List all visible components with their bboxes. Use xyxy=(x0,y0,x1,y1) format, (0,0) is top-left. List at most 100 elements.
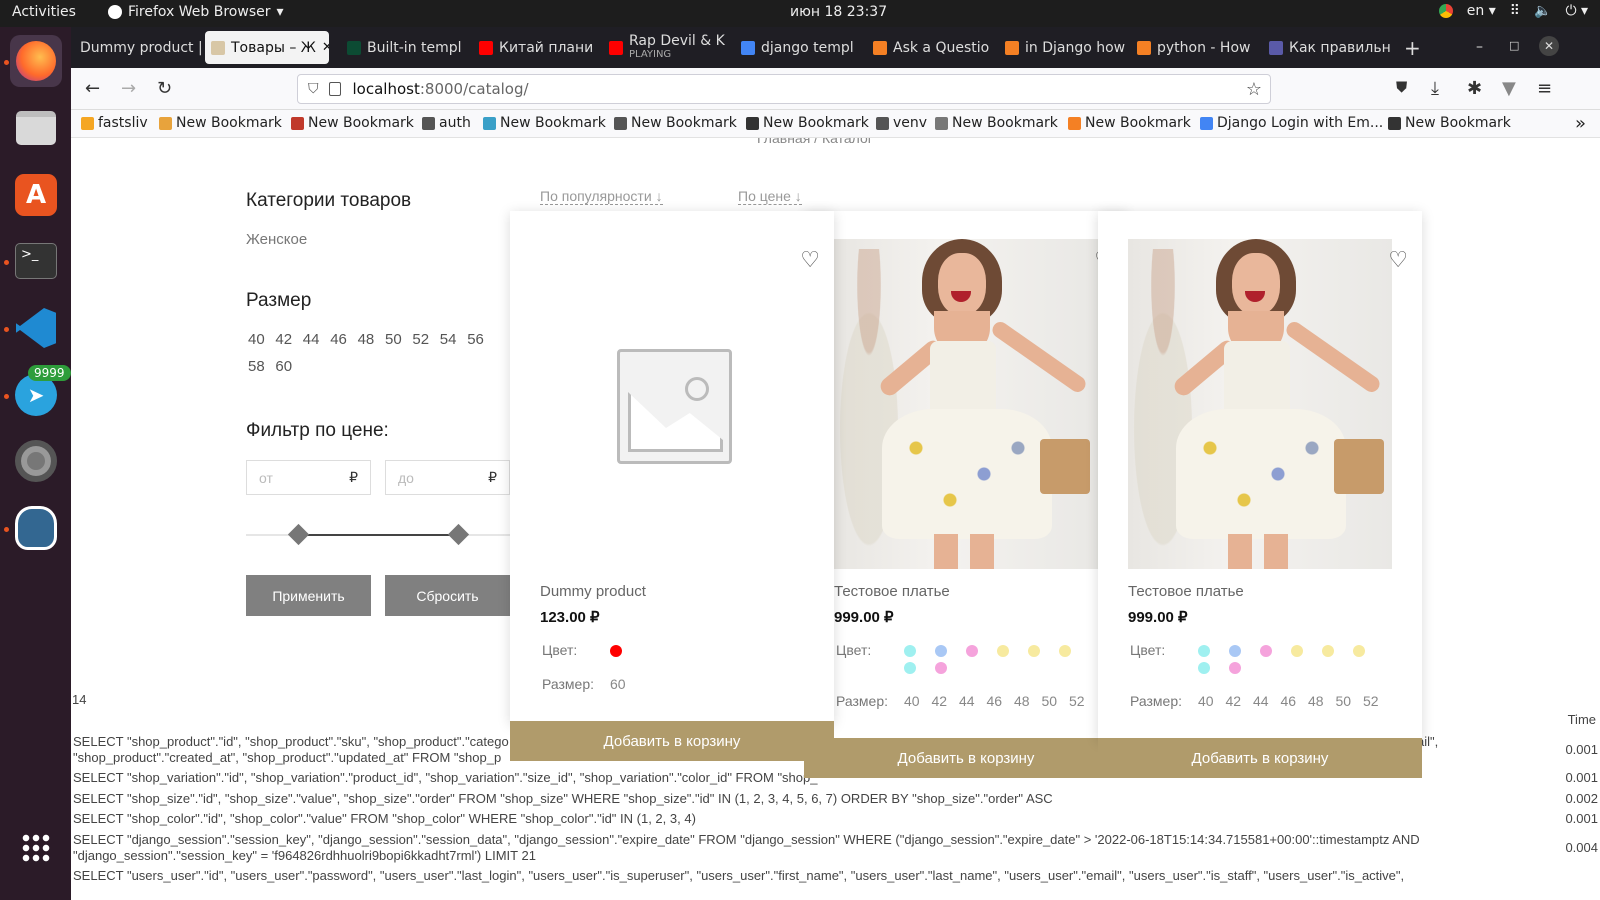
product-size-option[interactable]: 42 xyxy=(932,693,948,709)
color-swatch[interactable] xyxy=(1260,645,1272,657)
slider-handle-min[interactable] xyxy=(287,523,310,546)
minimize-icon[interactable]: – xyxy=(1476,39,1483,55)
price-from-input[interactable]: от ₽ xyxy=(246,460,371,495)
bookmark-item[interactable]: New Bookmark xyxy=(1068,115,1191,131)
color-swatch[interactable] xyxy=(1322,645,1334,657)
slider-handle-max[interactable] xyxy=(447,523,470,546)
size-option[interactable]: 52 xyxy=(412,331,429,348)
bookmark-item[interactable]: New Bookmark xyxy=(291,115,414,131)
product-size-option[interactable]: 48 xyxy=(1308,693,1324,709)
vpn-icon[interactable]: ▼ xyxy=(1502,78,1516,99)
bookmark-item[interactable]: New Bookmark xyxy=(935,115,1058,131)
language-indicator[interactable]: en ▾ xyxy=(1467,3,1496,19)
color-swatch[interactable] xyxy=(1353,645,1365,657)
chrome-icon[interactable] xyxy=(1438,4,1453,18)
app-menu[interactable]: Firefox Web Browser ▾ xyxy=(108,4,284,20)
browser-tab[interactable]: Rap Devil & K PLAYING xyxy=(603,31,731,64)
bookmark-item[interactable]: New Bookmark xyxy=(1388,115,1511,131)
favorite-heart-icon[interactable]: ♡ xyxy=(800,247,820,273)
apply-button[interactable]: Применить xyxy=(246,575,371,616)
size-option[interactable]: 46 xyxy=(330,331,347,348)
product-card[interactable]: ♡Тестовое платье999.00 ₽Цвет:Размер:4042… xyxy=(804,211,1128,778)
network-icon[interactable]: ⠿ xyxy=(1510,3,1520,19)
url-bar[interactable]: ⛉ localhost:8000/catalog/ ☆ xyxy=(297,74,1271,104)
size-option[interactable]: 44 xyxy=(303,331,320,348)
product-name[interactable]: Dummy product xyxy=(540,583,646,600)
color-swatch[interactable] xyxy=(935,662,947,674)
color-swatch[interactable] xyxy=(935,645,947,657)
category-item[interactable]: Женское xyxy=(246,231,307,248)
price-range-slider[interactable] xyxy=(246,523,516,546)
extension-icon[interactable]: ✱ xyxy=(1467,78,1482,99)
browser-tab[interactable]: Dummy product | xyxy=(74,31,202,64)
product-name[interactable]: Тестовое платье xyxy=(1128,583,1244,600)
vscode-launcher[interactable] xyxy=(10,302,62,354)
add-to-cart-button[interactable]: Добавить в корзину xyxy=(804,738,1128,778)
pgadmin-launcher[interactable] xyxy=(10,502,62,554)
size-option[interactable]: 58 xyxy=(248,358,265,375)
bookmark-item[interactable]: New Bookmark xyxy=(614,115,737,131)
bookmark-item[interactable]: fastsliv xyxy=(81,115,148,131)
product-size-option[interactable]: 44 xyxy=(1253,693,1269,709)
product-size-option[interactable]: 46 xyxy=(987,693,1003,709)
add-to-cart-button[interactable]: Добавить в корзину xyxy=(1098,738,1422,778)
firefox-launcher[interactable] xyxy=(10,35,62,87)
telegram-launcher[interactable]: ➤ 9999 xyxy=(10,365,71,421)
window-close-icon[interactable]: ✕ xyxy=(1539,36,1559,56)
show-apps-button[interactable] xyxy=(10,822,62,874)
forward-icon[interactable]: → xyxy=(121,78,136,99)
browser-tab[interactable]: Как правильн xyxy=(1263,31,1391,64)
browser-tab[interactable]: in Django how xyxy=(999,31,1127,64)
product-size-option[interactable]: 52 xyxy=(1363,693,1379,709)
close-tab-icon[interactable]: ✕ xyxy=(322,40,329,55)
color-swatch[interactable] xyxy=(1229,662,1241,674)
software-launcher[interactable]: A xyxy=(10,169,62,221)
product-size-option[interactable]: 42 xyxy=(1226,693,1242,709)
power-icon[interactable]: ⏻ ▾ xyxy=(1565,3,1588,19)
system-tray[interactable]: en ▾ ⠿ 🔈 ⏻ ▾ xyxy=(1438,3,1588,19)
reset-button[interactable]: Сбросить xyxy=(385,575,510,616)
favorite-heart-icon[interactable]: ♡ xyxy=(1388,247,1408,273)
price-to-input[interactable]: до ₽ xyxy=(385,460,510,495)
add-to-cart-button[interactable]: Добавить в корзину xyxy=(510,721,834,761)
product-name[interactable]: Тестовое платье xyxy=(834,583,950,600)
browser-tab[interactable]: Китай плани xyxy=(473,31,601,64)
shield-icon[interactable]: ⛉ xyxy=(308,81,319,97)
files-launcher[interactable] xyxy=(10,102,62,154)
product-card[interactable]: ♡Тестовое платье999.00 ₽Цвет:Размер:4042… xyxy=(1098,211,1422,778)
pocket-icon[interactable]: ⛊ xyxy=(1396,78,1407,96)
product-size-option[interactable]: 48 xyxy=(1014,693,1030,709)
volume-icon[interactable]: 🔈 xyxy=(1534,3,1551,19)
product-card[interactable]: ♡ Dummy product 123.00 ₽ Цвет: Размер: 60 Доба… xyxy=(510,211,834,761)
bookmark-item[interactable]: New Bookmark xyxy=(159,115,282,131)
bookmark-item[interactable]: venv xyxy=(876,115,927,131)
new-tab-icon[interactable]: + xyxy=(1404,36,1421,60)
color-swatch[interactable] xyxy=(1198,645,1210,657)
browser-tab[interactable]: python - How xyxy=(1131,31,1259,64)
color-swatch[interactable] xyxy=(1291,645,1303,657)
back-icon[interactable]: ← xyxy=(85,78,100,99)
color-swatch[interactable] xyxy=(1198,662,1210,674)
downloads-icon[interactable]: ⤓ xyxy=(1431,78,1439,99)
size-option[interactable]: 60 xyxy=(275,358,292,375)
bookmark-star-icon[interactable]: ☆ xyxy=(1246,79,1262,100)
bookmark-item[interactable]: New Bookmark xyxy=(483,115,606,131)
color-swatch[interactable] xyxy=(1028,645,1040,657)
sort-by-price[interactable]: По цене ↓ xyxy=(738,188,802,205)
clock[interactable]: июн 18 23:37 xyxy=(790,4,887,20)
maximize-icon[interactable]: □ xyxy=(1509,39,1519,52)
settings-launcher[interactable] xyxy=(10,435,62,487)
bookmark-item[interactable]: New Bookmark xyxy=(746,115,869,131)
product-size-option[interactable]: 60 xyxy=(610,676,626,692)
product-size-option[interactable]: 44 xyxy=(959,693,975,709)
browser-tab[interactable]: Ask a Questio xyxy=(867,31,995,64)
overflow-chevron-icon[interactable]: » xyxy=(1575,113,1586,134)
product-size-option[interactable]: 40 xyxy=(1198,693,1214,709)
product-size-option[interactable]: 46 xyxy=(1281,693,1297,709)
color-swatch[interactable] xyxy=(904,662,916,674)
browser-tab[interactable]: django templ xyxy=(735,31,863,64)
bookmark-item[interactable]: auth xyxy=(422,115,471,131)
page-info-icon[interactable] xyxy=(328,82,341,96)
browser-tab[interactable]: Товары – Ж ✕ xyxy=(205,31,329,64)
color-swatch[interactable] xyxy=(1229,645,1241,657)
